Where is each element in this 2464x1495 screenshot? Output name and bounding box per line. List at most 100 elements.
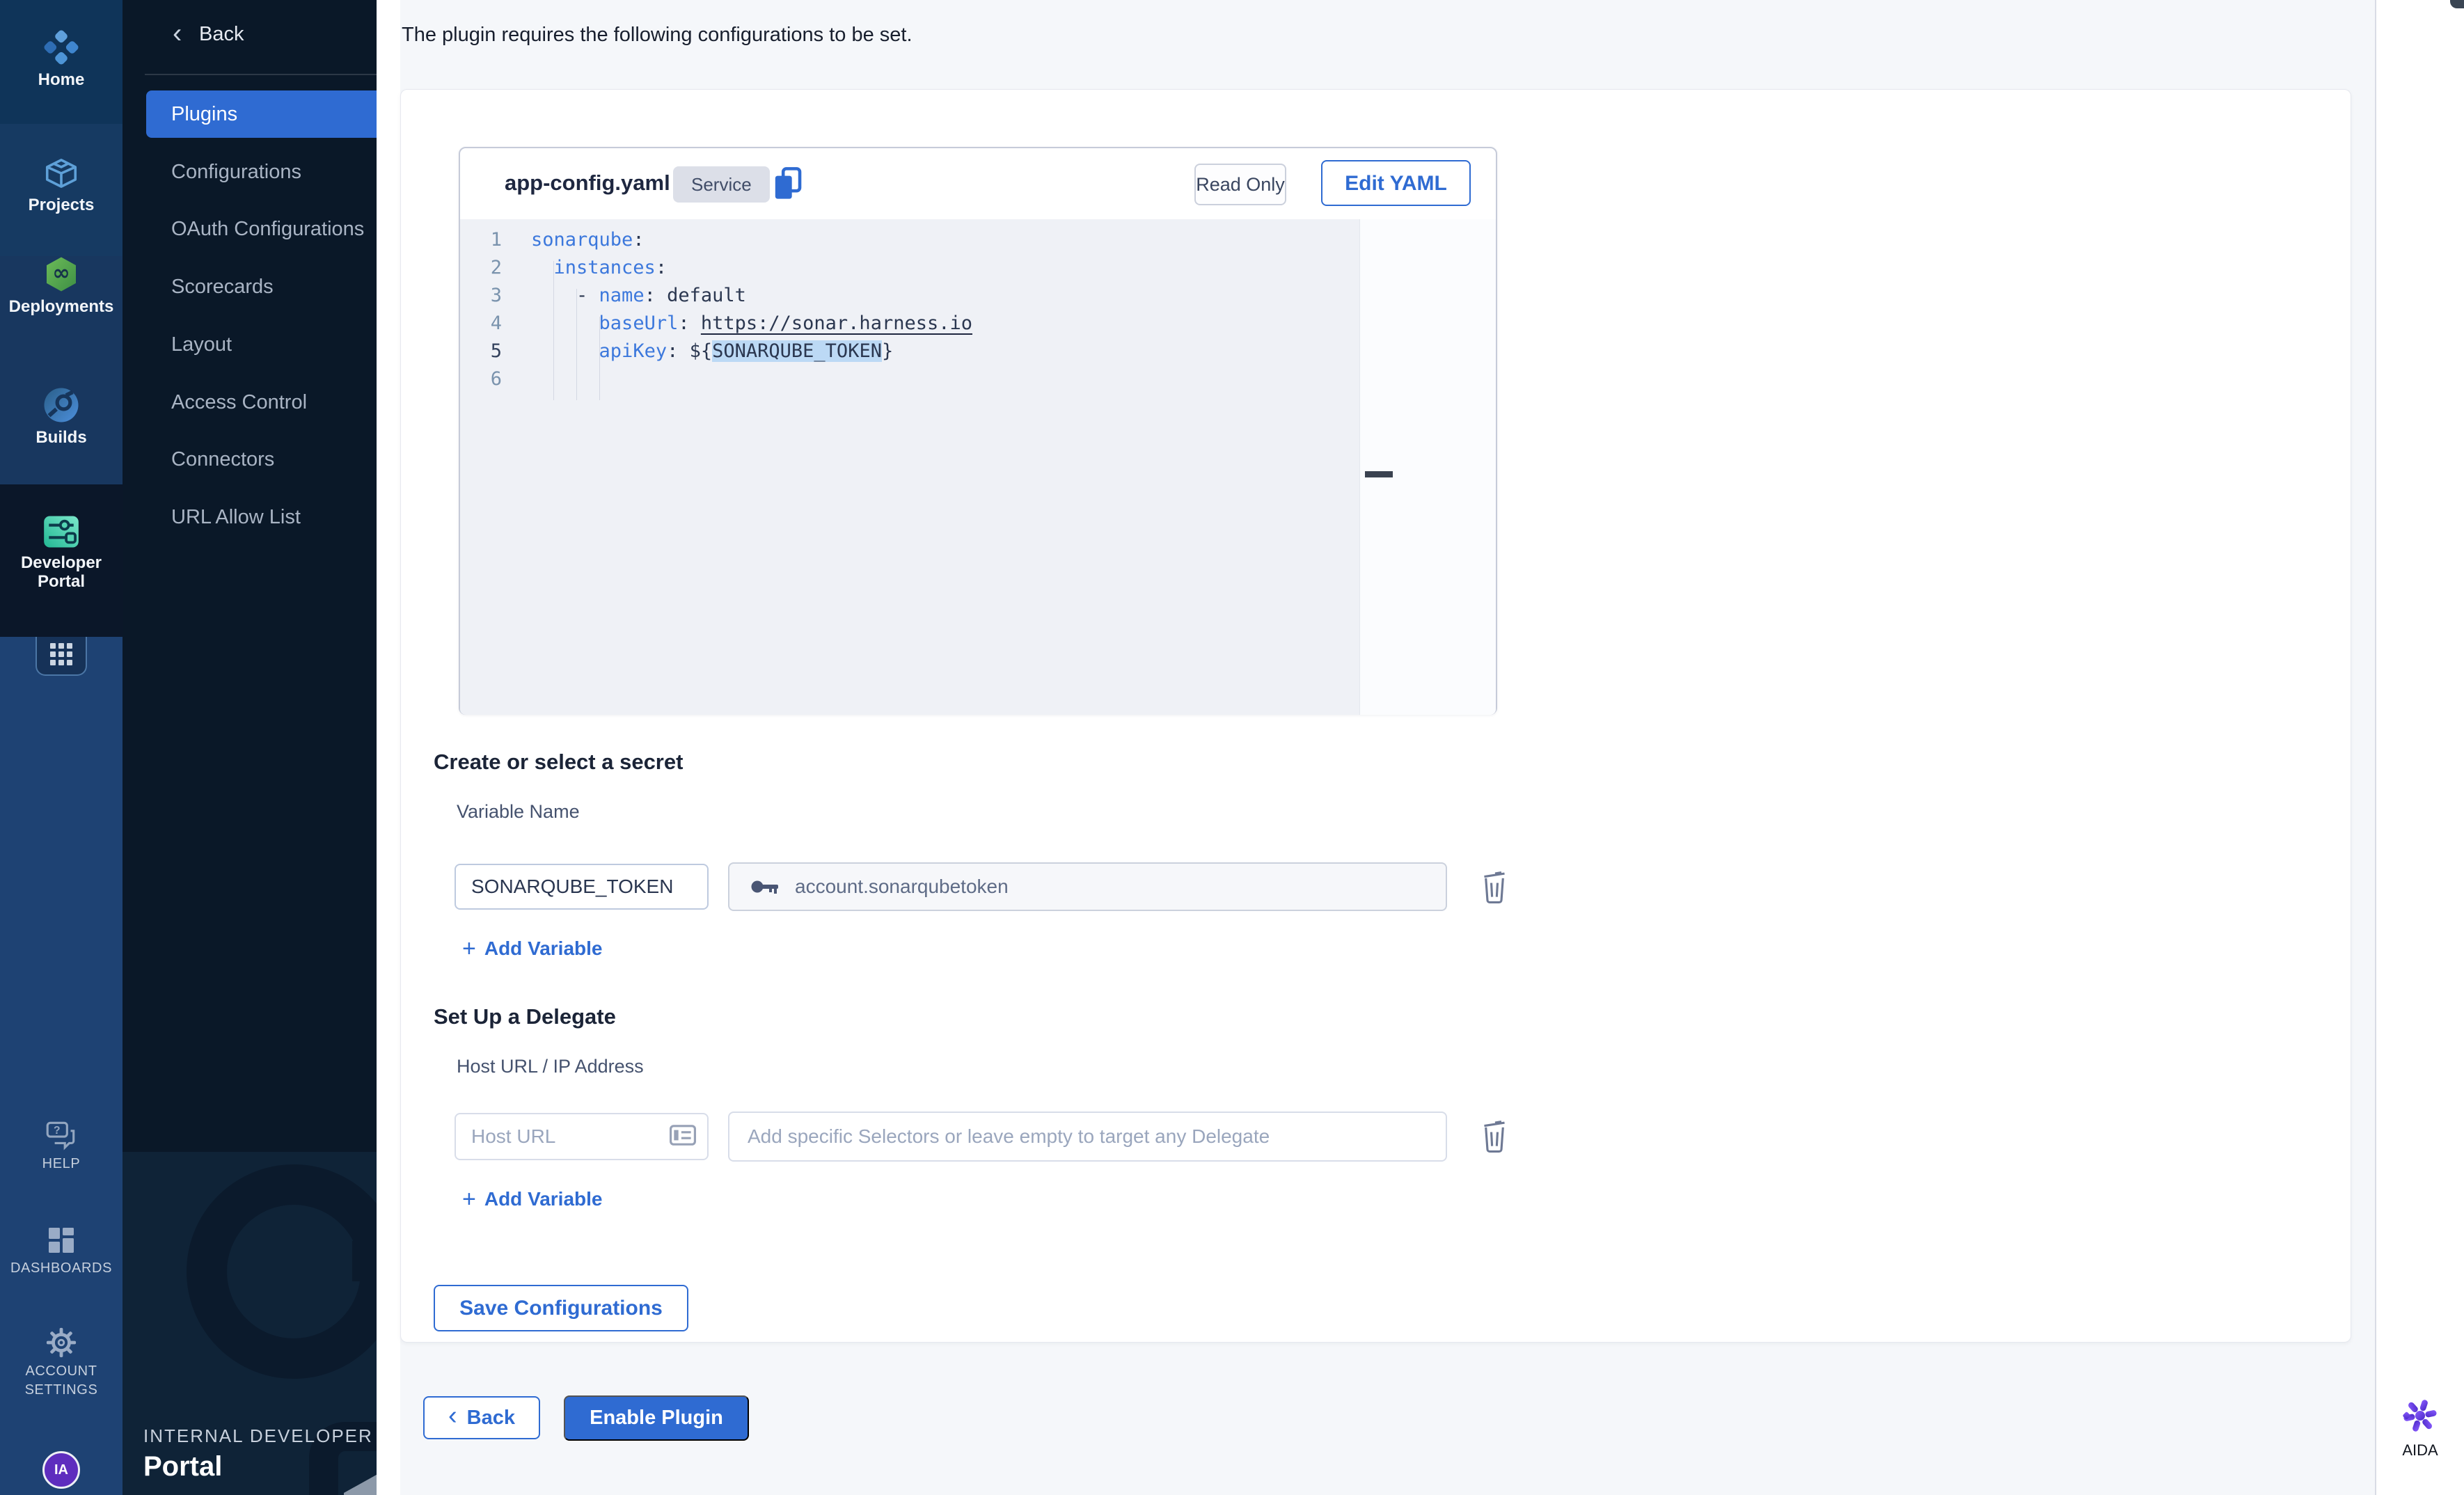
token-plain: : [656,257,667,278]
enable-plugin-label: Enable Plugin [590,1407,723,1430]
secret-section-heading: Create or select a secret [434,750,683,775]
secret-reference-value: account.sonarqubetoken [795,876,1009,898]
token-plain [531,313,599,334]
sidebar-item-oauth-configurations[interactable]: OAuth Configurations [146,205,377,253]
host-url-field [455,1113,709,1160]
nine-dot-grid-icon [49,642,74,670]
sidebar-item-plugins[interactable]: Plugins [146,90,377,138]
rail-item-label: Projects [0,196,123,214]
projects-cube-icon [42,155,80,196]
aida-assistant-button[interactable]: AIDA [2376,1398,2464,1460]
harness-home-icon [42,28,81,70]
rail-item-label-line1: ACCOUNT [0,1362,123,1381]
module-rail: Home Projects ∞ [0,0,123,1495]
rail-item-developer-portal[interactable]: Developer Portal [0,514,123,591]
user-avatar[interactable]: IA [42,1451,80,1489]
rail-item-dashboards[interactable]: DASHBOARDS [0,1225,123,1278]
save-configurations-button[interactable]: Save Configurations [434,1285,688,1331]
token-plain [531,257,554,278]
host-url-label: Host URL / IP Address [457,1056,644,1077]
code-line-5: apiKey: ${SONARQUBE_TOKEN} [460,338,1358,365]
add-variable-label: Add Variable [484,1188,603,1210]
sidebar-item-access-control[interactable]: Access Control [146,379,377,426]
token-plain: ${ [690,340,713,362]
token-hl: SONARQUBE_TOKEN [712,340,882,362]
module-picker-tab[interactable] [35,637,87,676]
plugin-config-card: app-config.yaml Service Read Only Edit Y… [400,89,2351,1343]
rail-item-projects[interactable]: Projects [0,155,123,214]
delete-variable-icon[interactable] [1481,868,1509,904]
enable-plugin-button[interactable]: Enable Plugin [564,1395,749,1441]
rail-item-label: Deployments [0,297,123,316]
help-chat-icon: ? [44,1119,79,1155]
add-variable-link-delegate[interactable]: + Add Variable [462,1188,602,1210]
add-variable-link-secret[interactable]: + Add Variable [462,938,602,960]
edit-yaml-button[interactable]: Edit YAML [1321,160,1471,206]
token-plain: } [882,340,893,362]
token-key: apiKey [599,340,668,362]
sidebar-item-layout[interactable]: Layout [146,321,377,368]
aida-label: AIDA [2376,1441,2464,1460]
minimap-slider[interactable] [1365,471,1393,477]
rail-item-help[interactable]: ? HELP [0,1119,123,1173]
content-gutter [377,0,400,1495]
rail-item-home[interactable]: Home [0,28,123,89]
footer-back-button[interactable]: ‹ Back [423,1396,540,1439]
code-line-4: baseUrl: https://sonar.harness.io [460,310,1358,338]
svg-text:∞: ∞ [52,261,70,285]
rail-item-account-settings[interactable]: ACCOUNT SETTINGS [0,1327,123,1400]
plus-icon: + [462,939,476,958]
token-plain: : [667,340,690,362]
token-key: name [599,285,645,306]
token-key: instances [554,257,656,278]
developer-portal-icon [41,514,81,553]
sidebar-item-configurations[interactable]: Configurations [146,148,377,196]
svg-text:?: ? [54,1125,61,1137]
brand-line-bottom: Portal [143,1451,373,1482]
yaml-card-header: app-config.yaml Service Read Only Edit Y… [460,148,1496,219]
rail-item-label: DASHBOARDS [0,1259,123,1278]
editor-minimap[interactable] [1359,219,1496,715]
host-url-field-icon [670,1125,696,1149]
gear-icon [45,1327,77,1362]
code-line-6 [460,365,1358,393]
token-plain [531,340,599,362]
token-plain: - [531,285,599,306]
sidebar-back-label: Back [199,23,244,46]
variable-name-input[interactable] [455,864,709,910]
sidebar-item-url-allow-list[interactable]: URL Allow List [146,493,377,541]
rail-item-label: Builds [0,428,123,447]
rail-item-builds[interactable]: Builds [0,386,123,447]
token-key: baseUrl [599,313,679,334]
rail-item-label-line1: Developer [0,553,123,572]
sidebar-item-connectors[interactable]: Connectors [146,436,377,483]
add-variable-label: Add Variable [484,938,603,960]
rail-item-label-line2: SETTINGS [0,1381,123,1400]
chevron-left-icon: ‹ [173,19,182,47]
yaml-code-editor[interactable]: 1sonarqube:2 instances:3 - name: default… [460,219,1496,715]
rail-item-label: Home [0,70,123,89]
delete-delegate-row-icon[interactable] [1481,1117,1509,1153]
brand-line-top: INTERNAL DEVELOPER [143,1425,373,1447]
delegate-selectors-input[interactable] [728,1112,1447,1162]
token-plain: : [678,313,701,334]
code-line-3: - name: default [460,282,1358,310]
chevron-left-icon: ‹ [448,1401,457,1431]
aida-logo-icon [2402,1425,2438,1437]
intro-text: The plugin requires the following config… [402,24,913,47]
yaml-editor-card: app-config.yaml Service Read Only Edit Y… [459,147,1497,715]
deployments-hexagon-icon: ∞ [42,255,81,297]
illustration-ring [187,1164,377,1379]
yaml-filename: app-config.yaml [505,171,670,196]
secret-reference-select[interactable]: account.sonarqubetoken [728,862,1447,911]
sidebar-back-button[interactable]: ‹ Back [123,15,377,54]
key-icon [750,876,780,897]
sidebar-divider [145,74,377,75]
copy-icon[interactable] [772,166,804,205]
illustration-bar [352,1241,377,1281]
token-key: sonarqube [531,229,633,251]
rail-item-deployments[interactable]: ∞ Deployments [0,255,123,316]
code-line-1: sonarqube: [460,226,1358,254]
token-url: https://sonar.harness.io [701,313,972,334]
sidebar-item-scorecards[interactable]: Scorecards [146,263,377,310]
